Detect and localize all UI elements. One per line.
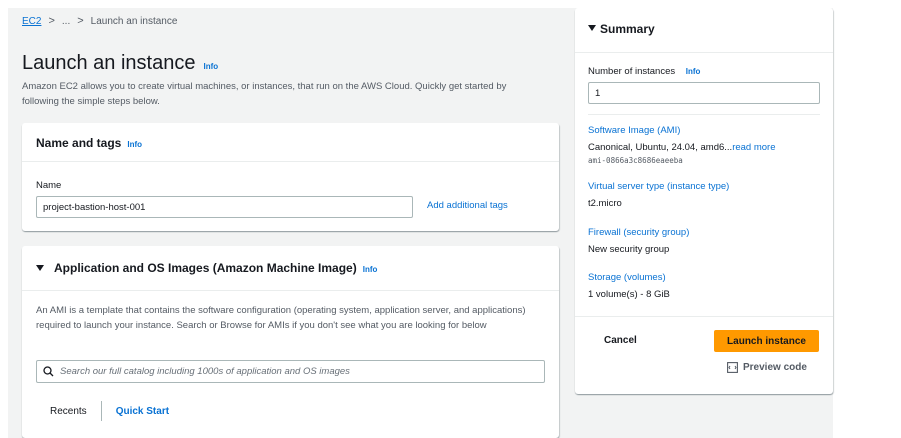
- security-group-value: New security group: [588, 244, 670, 255]
- divider: [575, 316, 833, 317]
- ami-description: An AMI is a template that contains the s…: [36, 305, 526, 331]
- software-image-value: Canonical, Ubuntu, 24.04, amd6...read mo…: [588, 142, 776, 153]
- summary-header[interactable]: Summary: [588, 22, 655, 36]
- instances-info-link[interactable]: Info: [686, 67, 701, 76]
- chevron-right-icon: >: [48, 15, 55, 27]
- page-title-text: Launch an instance: [22, 52, 196, 74]
- page-description: Amazon EC2 allows you to create virtual …: [22, 81, 507, 107]
- ami-tabs: Recents Quick Start: [50, 401, 169, 421]
- breadcrumb: EC2 > ... > Launch an instance: [22, 15, 177, 27]
- caret-down-icon: [36, 265, 44, 271]
- application-os-images-panel: Application and OS Images (Amazon Machin…: [22, 246, 559, 438]
- ami-header[interactable]: Application and OS Images (Amazon Machin…: [36, 261, 377, 275]
- ami-info-link[interactable]: Info: [363, 265, 378, 274]
- launch-instance-button[interactable]: Launch instance: [714, 330, 819, 352]
- software-image-link[interactable]: Software Image (AMI): [588, 125, 680, 136]
- search-icon: [43, 366, 54, 377]
- number-of-instances-text: Number of instances: [588, 66, 676, 77]
- name-label: Name: [36, 180, 62, 191]
- summary-panel: Summary Number of instances Info 1 Softw…: [575, 8, 833, 394]
- read-more-link[interactable]: read more: [732, 142, 775, 153]
- software-image-text: Canonical, Ubuntu, 24.04, amd6...: [588, 142, 733, 153]
- breadcrumb-ellipsis[interactable]: ...: [62, 16, 70, 27]
- breadcrumb-ec2-link[interactable]: EC2: [22, 16, 41, 27]
- name-and-tags-header: Name and tags Info: [36, 136, 142, 150]
- summary-title: Summary: [600, 22, 655, 36]
- top-strip: [0, 0, 901, 8]
- tab-recents[interactable]: Recents: [50, 401, 102, 421]
- preview-code-label: Preview code: [743, 362, 807, 373]
- breadcrumb-current: Launch an instance: [90, 15, 178, 27]
- instance-type-link[interactable]: Virtual server type (instance type): [588, 181, 729, 192]
- number-of-instances-label: Number of instances Info: [588, 66, 700, 77]
- divider: [22, 161, 559, 162]
- storage-link[interactable]: Storage (volumes): [588, 272, 666, 283]
- divider: [575, 52, 833, 53]
- divider: [22, 290, 559, 291]
- caret-down-icon: [588, 25, 596, 31]
- title-info-link[interactable]: Info: [203, 62, 218, 71]
- ami-search-input[interactable]: Search our full catalog including 1000s …: [36, 360, 545, 383]
- add-additional-tags-link[interactable]: Add additional tags: [427, 200, 508, 211]
- instance-type-value: t2.micro: [588, 198, 622, 209]
- page-title: Launch an instance Info: [22, 52, 218, 75]
- name-and-tags-title: Name and tags: [36, 136, 122, 150]
- number-of-instances-input[interactable]: 1: [588, 82, 820, 104]
- ami-search-placeholder: Search our full catalog including 1000s …: [60, 366, 350, 377]
- chevron-right-icon: >: [77, 15, 84, 27]
- storage-value: 1 volume(s) - 8 GiB: [588, 289, 670, 300]
- security-group-link[interactable]: Firewall (security group): [588, 227, 689, 238]
- code-preview-icon: [727, 362, 738, 373]
- name-and-tags-panel: Name and tags Info Name project-bastion-…: [22, 123, 559, 231]
- divider: [588, 114, 820, 115]
- name-and-tags-info-link[interactable]: Info: [127, 140, 142, 149]
- cancel-button[interactable]: Cancel: [604, 335, 637, 346]
- ami-title: Application and OS Images (Amazon Machin…: [54, 261, 357, 275]
- ami-id: ami-0866a3c8686eaeeba: [588, 156, 683, 165]
- right-strip: [833, 8, 901, 438]
- tab-quick-start[interactable]: Quick Start: [102, 406, 169, 417]
- name-input[interactable]: project-bastion-host-001: [36, 196, 413, 218]
- left-strip: [0, 0, 8, 438]
- preview-code-button[interactable]: Preview code: [727, 362, 807, 373]
